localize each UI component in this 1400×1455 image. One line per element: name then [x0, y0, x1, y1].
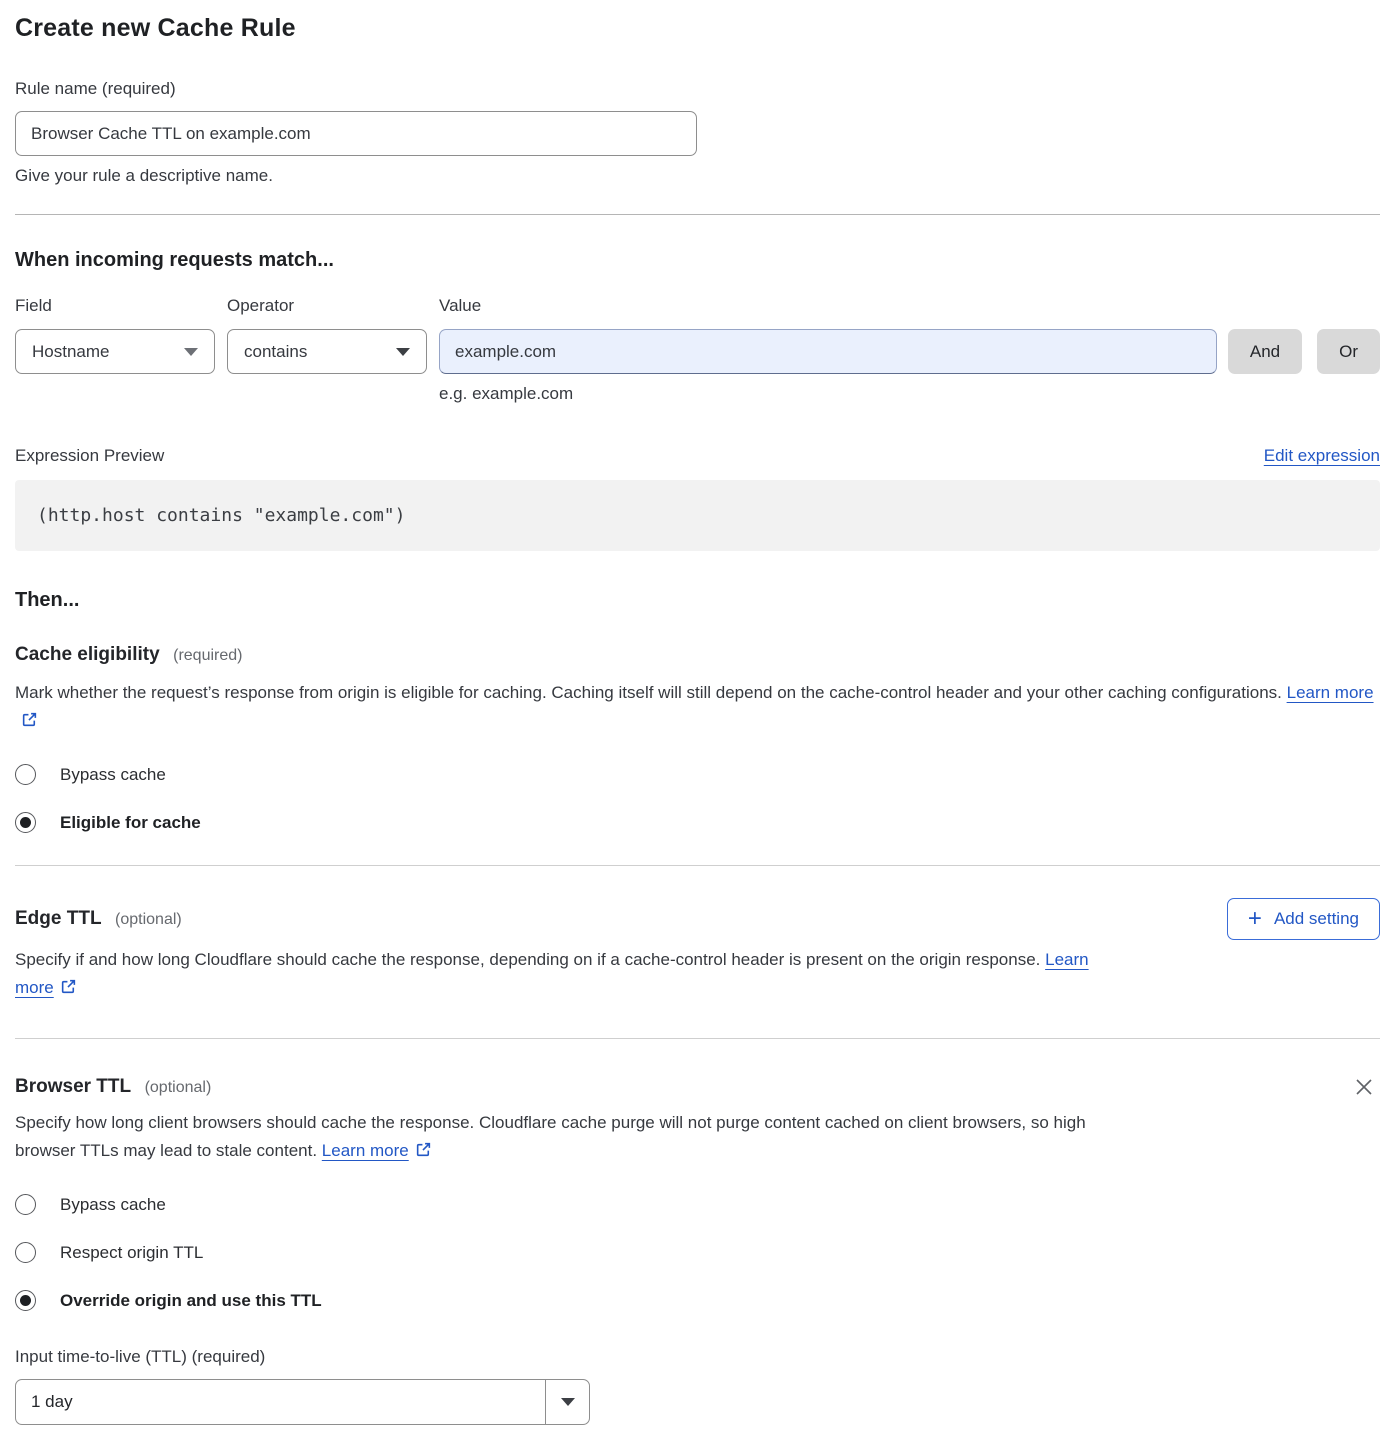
divider: [15, 1038, 1380, 1039]
close-browser-ttl-button[interactable]: [1348, 1071, 1380, 1103]
value-help: e.g. example.com: [439, 384, 1217, 404]
radio-icon: [15, 1194, 36, 1215]
add-setting-label: Add setting: [1274, 909, 1359, 929]
chevron-down-icon: [561, 1398, 575, 1406]
external-link-icon: [415, 1139, 432, 1167]
radio-label: Bypass cache: [60, 1195, 166, 1215]
expression-code: (http.host contains "example.com"): [15, 480, 1380, 551]
value-input-text: example.com: [455, 342, 556, 362]
ttl-input-label: Input time-to-live (TTL) (required): [15, 1347, 1380, 1367]
ttl-select-value: 1 day: [16, 1380, 545, 1424]
rule-name-input[interactable]: Browser Cache TTL on example.com: [15, 111, 697, 156]
external-link-icon: [21, 709, 38, 737]
then-heading: Then...: [15, 589, 1380, 612]
external-link-icon: [60, 976, 77, 1004]
browser-ttl-description-text: Specify how long client browsers should …: [15, 1113, 1086, 1160]
edge-ttl-qualifier: (optional): [115, 911, 182, 928]
radio-bypass-cache[interactable]: Bypass cache: [15, 764, 1380, 785]
radio-label: Eligible for cache: [60, 813, 201, 833]
chevron-down-icon: [396, 348, 410, 356]
cache-eligibility-header: Cache eligibility (required): [15, 644, 1380, 666]
field-select-value: Hostname: [32, 342, 109, 362]
close-icon: [1352, 1075, 1376, 1099]
match-heading: When incoming requests match...: [15, 249, 1380, 272]
edge-ttl-description-text: Specify if and how long Cloudflare shoul…: [15, 950, 1040, 969]
divider: [15, 865, 1380, 866]
value-label: Value: [439, 296, 1217, 316]
radio-icon: [15, 764, 36, 785]
radio-override-origin-ttl[interactable]: Override origin and use this TTL: [15, 1290, 1380, 1311]
radio-label: Bypass cache: [60, 765, 166, 785]
or-button[interactable]: Or: [1317, 329, 1380, 374]
chevron-down-icon: [184, 348, 198, 356]
plus-icon: +: [1248, 907, 1262, 931]
create-cache-rule-form: Create new Cache Rule Rule name (require…: [0, 0, 1400, 1455]
cache-eligibility-heading: Cache eligibility: [15, 644, 160, 666]
operator-select-value: contains: [244, 342, 307, 362]
rule-name-value: Browser Cache TTL on example.com: [31, 124, 311, 144]
browser-ttl-learn-more-link[interactable]: Learn more: [322, 1141, 409, 1160]
browser-ttl-qualifier: (optional): [145, 1079, 212, 1096]
field-select[interactable]: Hostname: [15, 329, 215, 374]
rule-name-help: Give your rule a descriptive name.: [15, 166, 1380, 186]
radio-label: Respect origin TTL: [60, 1243, 203, 1263]
edge-ttl-heading: Edge TTL: [15, 908, 102, 930]
browser-ttl-header: Browser TTL (optional): [15, 1071, 1380, 1103]
ttl-select[interactable]: 1 day: [15, 1379, 590, 1425]
cache-eligibility-description: Mark whether the request’s response from…: [15, 679, 1380, 737]
divider: [15, 214, 1380, 215]
edit-expression-link[interactable]: Edit expression: [1264, 446, 1380, 466]
browser-ttl-heading: Browser TTL: [15, 1076, 131, 1098]
radio-respect-origin-ttl[interactable]: Respect origin TTL: [15, 1242, 1380, 1263]
operator-label: Operator: [227, 296, 427, 316]
ttl-select-caret[interactable]: [545, 1380, 589, 1424]
rule-name-label: Rule name (required): [15, 79, 1380, 99]
field-label: Field: [15, 296, 215, 316]
radio-icon: [15, 1242, 36, 1263]
browser-ttl-description: Specify how long client browsers should …: [15, 1109, 1110, 1167]
cache-eligibility-description-text: Mark whether the request’s response from…: [15, 683, 1282, 702]
expression-preview-label: Expression Preview: [15, 446, 164, 466]
page-title: Create new Cache Rule: [15, 14, 1380, 43]
radio-checked-icon: [15, 1290, 36, 1311]
and-button[interactable]: And: [1228, 329, 1302, 374]
radio-eligible-for-cache[interactable]: Eligible for cache: [15, 812, 1380, 833]
radio-label: Override origin and use this TTL: [60, 1291, 322, 1311]
match-condition-row: Field Hostname Operator contains Value e…: [15, 296, 1380, 404]
edge-ttl-header: Edge TTL (optional) + Add setting: [15, 898, 1380, 940]
cache-eligibility-learn-more-link[interactable]: Learn more: [1287, 683, 1374, 702]
radio-browser-bypass-cache[interactable]: Bypass cache: [15, 1194, 1380, 1215]
operator-select[interactable]: contains: [227, 329, 427, 374]
value-input[interactable]: example.com: [439, 329, 1217, 374]
add-setting-button[interactable]: + Add setting: [1227, 898, 1380, 940]
radio-checked-icon: [15, 812, 36, 833]
edge-ttl-description: Specify if and how long Cloudflare shoul…: [15, 946, 1115, 1004]
cache-eligibility-qualifier: (required): [173, 647, 242, 664]
